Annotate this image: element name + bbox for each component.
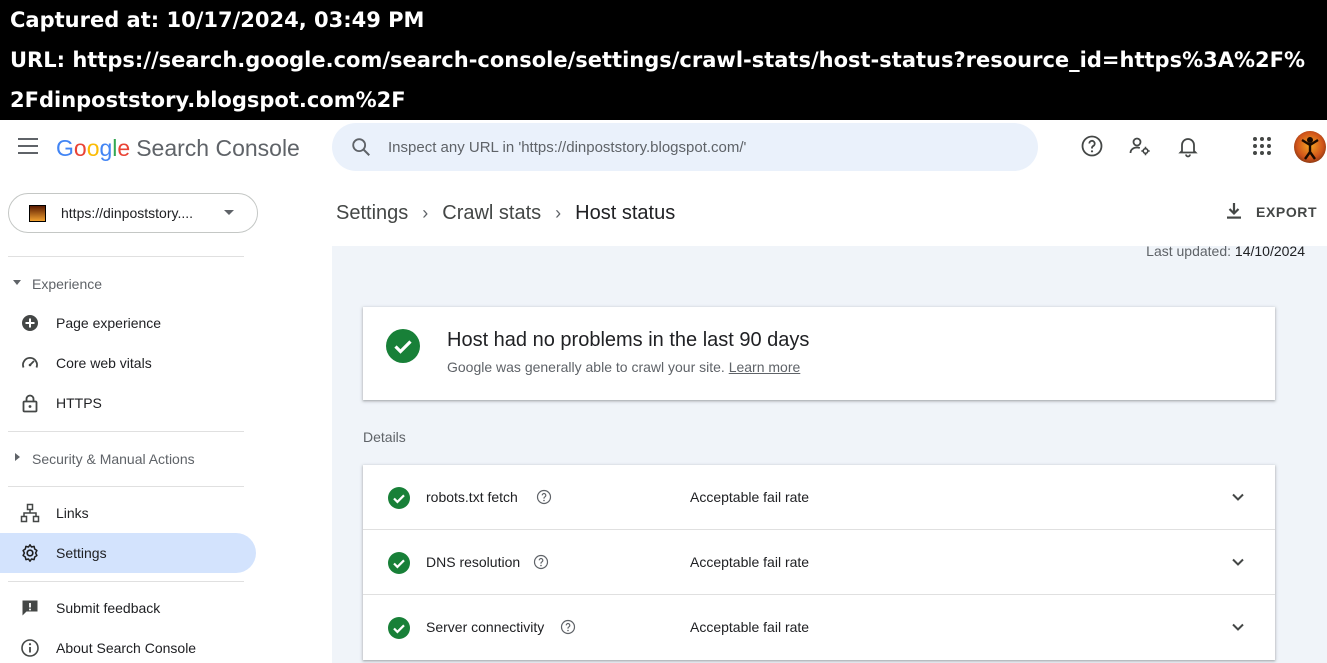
last-updated: Last updated: 14/10/2024 (1146, 243, 1305, 259)
url-inspection-search[interactable] (332, 123, 1038, 171)
notifications-icon[interactable] (1176, 134, 1200, 158)
chevron-down-icon[interactable] (1228, 552, 1248, 572)
sidebar-divider (8, 431, 244, 432)
expand-arrow-icon (15, 453, 20, 461)
sidebar-item-links[interactable]: Links (0, 493, 256, 533)
sidebar-item-core-web-vitals[interactable]: Core web vitals (0, 343, 256, 383)
section-experience[interactable]: Experience (0, 270, 260, 298)
speedometer-icon (22, 357, 38, 368)
product-name: Search Console (136, 135, 300, 161)
collapse-arrow-icon (13, 280, 21, 285)
learn-more-link[interactable]: Learn more (729, 359, 801, 375)
property-selector[interactable]: https://dinpoststory.... (8, 193, 258, 233)
help-icon[interactable] (536, 489, 552, 505)
sidebar-divider (8, 486, 244, 487)
menu-icon[interactable] (18, 138, 38, 158)
lock-icon (22, 394, 38, 413)
gear-icon (22, 544, 38, 562)
host-status-card: Host had no problems in the last 90 days… (363, 307, 1275, 400)
status-subtitle: Google was generally able to crawl your … (447, 359, 801, 375)
account-avatar[interactable] (1294, 131, 1326, 163)
chevron-right-icon: › (555, 203, 562, 223)
sidebar-item-page-experience[interactable]: Page experience (0, 303, 256, 343)
chevron-right-icon: › (422, 203, 429, 223)
capture-url: URL: https://search.google.com/search-co… (10, 48, 1306, 112)
avatar-figure-icon (1301, 137, 1319, 160)
top-app-bar: Google Search Console (0, 120, 1327, 176)
details-heading: Details (363, 429, 406, 445)
capture-timestamp: Captured at: 10/17/2024, 03:49 PM (10, 8, 425, 32)
property-favicon-icon (29, 205, 46, 222)
check-circle-icon (388, 552, 410, 574)
info-icon (21, 639, 39, 657)
last-updated-date: 14/10/2024 (1234, 243, 1305, 259)
check-circle-icon (388, 487, 410, 509)
apps-grid-icon[interactable] (1250, 134, 1274, 158)
detail-status: Acceptable fail rate (690, 489, 810, 505)
sidebar-item-about[interactable]: About Search Console (0, 628, 256, 663)
download-icon (1227, 203, 1241, 219)
sitemap-icon (20, 503, 40, 523)
detail-status: Acceptable fail rate (690, 619, 810, 635)
url-inspection-input[interactable] (388, 123, 1018, 171)
check-circle-icon (386, 329, 420, 363)
chevron-down-icon (224, 210, 234, 215)
feedback-icon (22, 600, 38, 616)
sidebar-item-https[interactable]: HTTPS (0, 383, 256, 423)
plus-circle-icon (22, 315, 38, 331)
property-label: https://dinpoststory.... (61, 205, 194, 221)
capture-banner: Captured at: 10/17/2024, 03:49 PM URL: h… (0, 0, 1327, 120)
sidebar-item-settings[interactable]: Settings (0, 533, 256, 573)
sidebar-divider (8, 256, 244, 257)
breadcrumb-settings[interactable]: Settings (336, 202, 408, 225)
breadcrumb-crawl-stats[interactable]: Crawl stats (442, 202, 541, 225)
help-icon[interactable] (560, 619, 576, 635)
search-console-logo[interactable]: Google Search Console (56, 135, 300, 162)
sidebar: https://dinpoststory.... Experience Page… (0, 176, 272, 663)
detail-row-robots-fetch[interactable]: robots.txt fetch Acceptable fail rate (363, 465, 1275, 530)
details-table: robots.txt fetch Acceptable fail rate DN… (363, 465, 1275, 660)
check-circle-icon (388, 617, 410, 639)
detail-name: Server connectivity (426, 619, 545, 635)
detail-name: robots.txt fetch (426, 489, 518, 505)
detail-status: Acceptable fail rate (690, 554, 810, 570)
detail-row-dns-resolution[interactable]: DNS resolution Acceptable fail rate (363, 530, 1275, 595)
detail-row-server-connectivity[interactable]: Server connectivity Acceptable fail rate (363, 595, 1275, 660)
help-icon[interactable] (1080, 134, 1104, 158)
help-icon[interactable] (533, 554, 549, 570)
sidebar-item-submit-feedback[interactable]: Submit feedback (0, 588, 256, 628)
sidebar-divider (8, 581, 244, 582)
chevron-down-icon[interactable] (1228, 617, 1248, 637)
section-security-manual-actions[interactable]: Security & Manual Actions (0, 445, 260, 473)
detail-name: DNS resolution (426, 554, 521, 570)
chevron-down-icon[interactable] (1228, 487, 1248, 507)
breadcrumb: Settings › Crawl stats › Host status (336, 202, 675, 225)
search-icon (352, 138, 370, 156)
breadcrumb-host-status: Host status (575, 202, 676, 224)
status-title: Host had no problems in the last 90 days (447, 329, 810, 351)
manage-users-icon[interactable] (1128, 134, 1152, 158)
main-content: Settings › Crawl stats › Host status EXPORT … (272, 176, 1327, 663)
